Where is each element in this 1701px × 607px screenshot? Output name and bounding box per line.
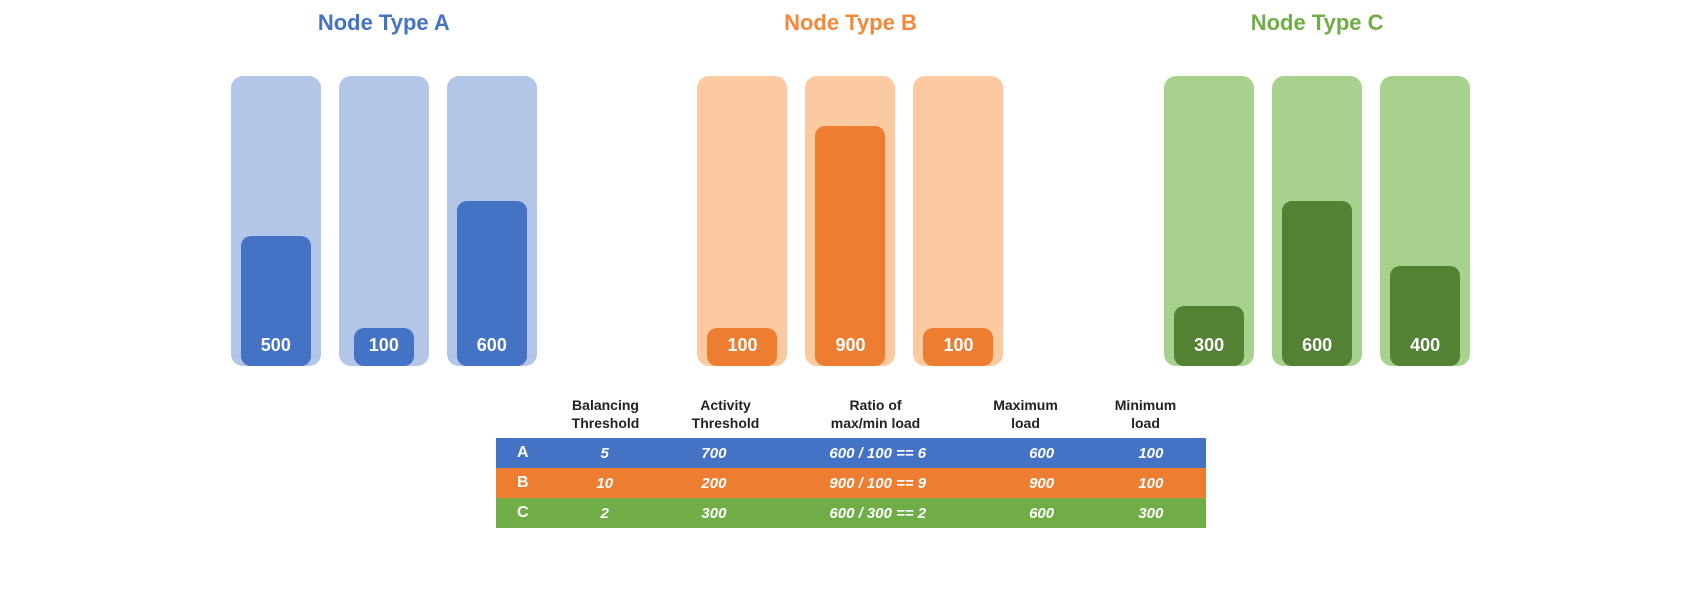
table-wrapper: Balancing Threshold Activity Threshold R… (496, 396, 1206, 528)
data-table: A 5 700 600 / 100 == 6 600 100 B 10 200 … (496, 438, 1206, 528)
node-group-a: 500 100 600 (224, 76, 544, 366)
row-c-max: 600 (987, 498, 1096, 528)
bar-b1-inner: 100 (707, 328, 777, 366)
bar-a2-label: 100 (354, 335, 414, 356)
bar-a3-outer: 600 (447, 76, 537, 366)
col-header-min: Minimum load (1086, 396, 1206, 432)
row-c-balancing: 2 (550, 498, 659, 528)
row-b-min: 100 (1096, 468, 1205, 498)
table-row-c: C 2 300 600 / 300 == 2 600 300 (496, 498, 1206, 528)
col-headers-row: Balancing Threshold Activity Threshold R… (546, 396, 1206, 432)
row-b-label: B (496, 468, 551, 498)
node-type-c-header: Node Type C (1157, 10, 1477, 36)
col-header-balancing: Balancing Threshold (546, 396, 666, 432)
row-c-label: C (496, 498, 551, 528)
bar-b2-outer: 900 (805, 76, 895, 366)
node-group-b: 100 900 100 (690, 76, 1010, 366)
bar-c1-inner: 300 (1174, 306, 1244, 366)
node-type-a-header: Node Type A (224, 10, 544, 36)
main-container: Node Type A Node Type B Node Type C 500 … (0, 0, 1701, 607)
bar-b3-inner: 100 (923, 328, 993, 366)
row-c-ratio: 600 / 300 == 2 (769, 498, 987, 528)
bar-c2-label: 600 (1282, 335, 1352, 356)
bars-section: 500 100 600 100 (151, 46, 1551, 366)
row-c-activity: 300 (659, 498, 768, 528)
row-a-label: A (496, 438, 551, 468)
bar-c3-label: 400 (1390, 335, 1460, 356)
node-type-b-header: Node Type B (690, 10, 1010, 36)
bar-c1-label: 300 (1174, 335, 1244, 356)
row-c-min: 300 (1096, 498, 1205, 528)
bar-b3-outer: 100 (913, 76, 1003, 366)
node-group-c: 300 600 400 (1157, 76, 1477, 366)
bar-a3-label: 600 (457, 335, 527, 356)
bar-b2-label: 900 (815, 335, 885, 356)
row-a-max: 600 (987, 438, 1096, 468)
row-a-min: 100 (1096, 438, 1205, 468)
row-b-max: 900 (987, 468, 1096, 498)
bar-a2-outer: 100 (339, 76, 429, 366)
table-row-b: B 10 200 900 / 100 == 9 900 100 (496, 468, 1206, 498)
bar-a1-inner: 500 (241, 236, 311, 366)
bar-b1-label: 100 (707, 335, 777, 356)
bar-a1-outer: 500 (231, 76, 321, 366)
row-a-balancing: 5 (550, 438, 659, 468)
row-b-ratio: 900 / 100 == 9 (769, 468, 987, 498)
node-headers: Node Type A Node Type B Node Type C (151, 10, 1551, 36)
col-header-activity: Activity Threshold (666, 396, 786, 432)
bar-c2-inner: 600 (1282, 201, 1352, 366)
col-header-max: Maximum load (966, 396, 1086, 432)
bar-b2-inner: 900 (815, 126, 885, 366)
row-a-ratio: 600 / 100 == 6 (769, 438, 987, 468)
row-b-balancing: 10 (550, 468, 659, 498)
bar-c3-outer: 400 (1380, 76, 1470, 366)
bar-c3-inner: 400 (1390, 266, 1460, 366)
bar-a1-label: 500 (241, 335, 311, 356)
col-header-ratio: Ratio of max/min load (786, 396, 966, 432)
bar-a2-inner: 100 (354, 328, 414, 366)
bar-c2-outer: 600 (1272, 76, 1362, 366)
bar-a3-inner: 600 (457, 201, 527, 366)
table-section: Balancing Threshold Activity Threshold R… (496, 396, 1206, 528)
table-row-a: A 5 700 600 / 100 == 6 600 100 (496, 438, 1206, 468)
row-a-activity: 700 (659, 438, 768, 468)
bar-b3-label: 100 (923, 335, 993, 356)
bar-b1-outer: 100 (697, 76, 787, 366)
row-b-activity: 200 (659, 468, 768, 498)
bar-c1-outer: 300 (1164, 76, 1254, 366)
